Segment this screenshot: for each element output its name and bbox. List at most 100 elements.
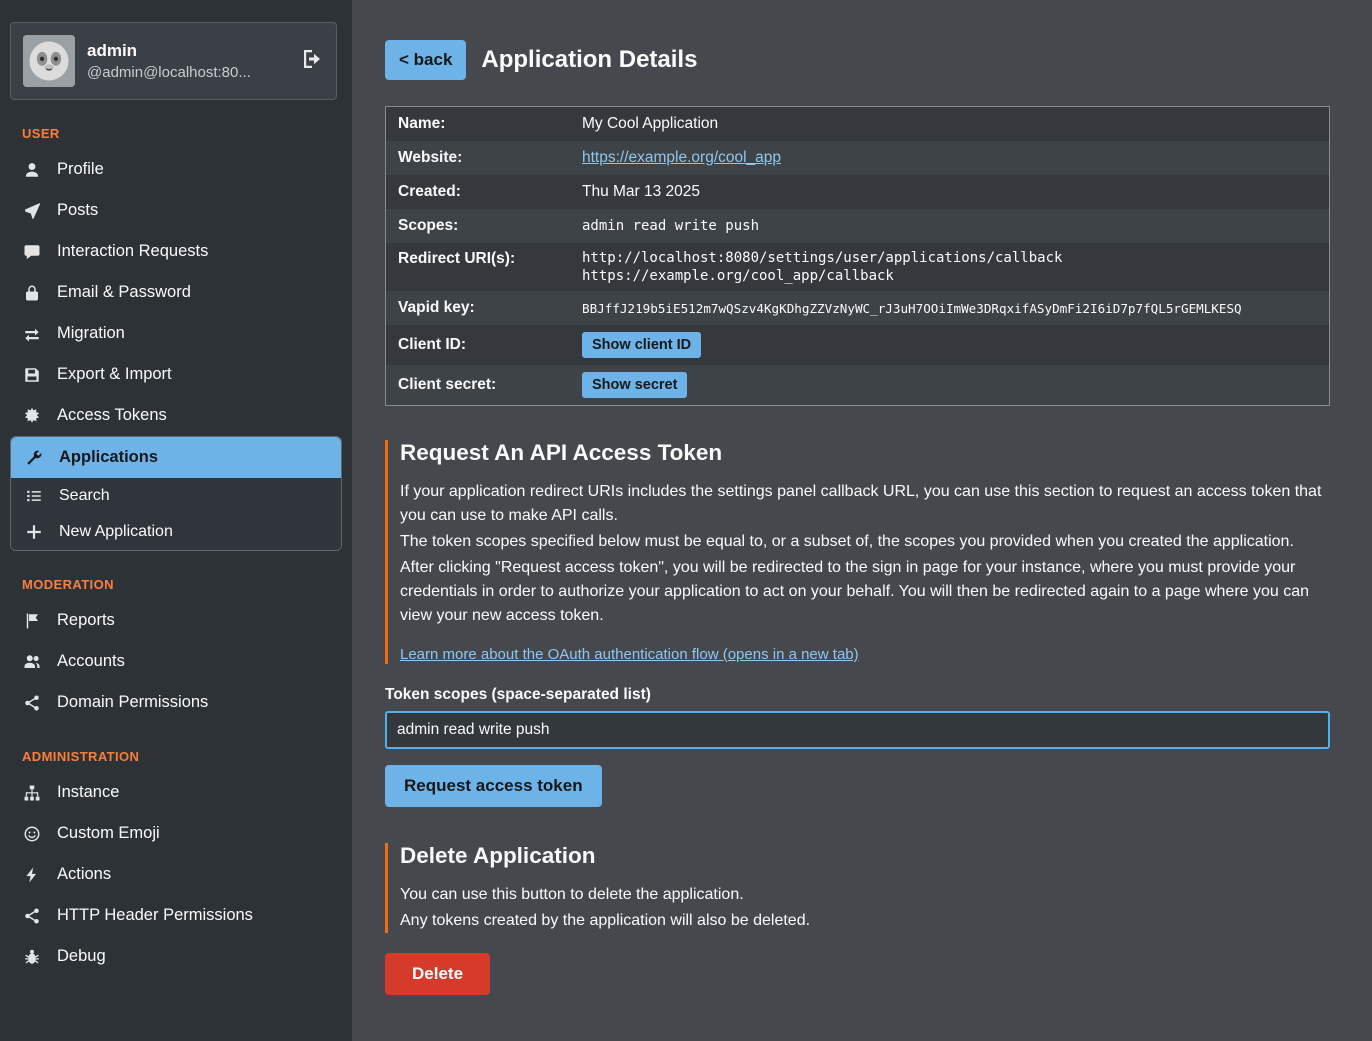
detail-row-scopes: Scopes:admin read write push: [386, 209, 1329, 243]
sidebar-item-http-header-permissions[interactable]: HTTP Header Permissions: [0, 895, 352, 936]
sidebar-item-search[interactable]: Search: [11, 478, 341, 514]
sidebar-item-label: Migration: [57, 324, 125, 343]
detail-label: Name:: [386, 108, 574, 140]
sidebar-item-label: Search: [59, 487, 110, 505]
token-paragraphs: If your application redirect URIs includ…: [400, 480, 1330, 628]
user-card[interactable]: admin @admin@localhost:80...: [10, 22, 337, 100]
back-button[interactable]: < back: [385, 40, 466, 80]
paragraph: The token scopes specified below must be…: [400, 530, 1330, 554]
request-access-token-button[interactable]: Request access token: [385, 765, 602, 807]
sidebar-item-posts[interactable]: Posts: [0, 190, 352, 231]
sidebar-item-migration[interactable]: Migration: [0, 313, 352, 354]
bolt-icon: [22, 866, 42, 884]
sidebar-item-applications[interactable]: Applications: [11, 437, 341, 478]
sidebar-item-label: Actions: [57, 865, 111, 884]
detail-value: BBJffJ219b5iE512m7wQSzv4KgKDhgZZVzNyWC_r…: [574, 295, 1329, 322]
token-scopes-input[interactable]: [385, 711, 1330, 749]
sidebar-item-label: Domain Permissions: [57, 693, 208, 712]
avatar: [23, 35, 75, 87]
paper-plane-icon: [22, 202, 42, 220]
sidebar-item-label: Reports: [57, 611, 115, 630]
list-icon: [24, 487, 44, 505]
sidebar-item-domain-permissions[interactable]: Domain Permissions: [0, 682, 352, 723]
flag-icon: [22, 612, 42, 630]
paragraph: Any tokens created by the application wi…: [400, 909, 1330, 933]
detail-label: Website:: [386, 142, 574, 174]
sidebar-item-label: Access Tokens: [57, 406, 167, 425]
comments-icon: [22, 243, 42, 261]
detail-value: http://localhost:8080/settings/user/appl…: [574, 243, 1329, 291]
sidebar-nav: USERProfilePostsInteraction RequestsEmai…: [0, 126, 352, 977]
sidebar-section-label: ADMINISTRATION: [22, 749, 352, 764]
paragraph: After clicking "Request access token", y…: [400, 556, 1330, 628]
oauth-docs-link[interactable]: Learn more about the OAuth authenticatio…: [400, 646, 859, 663]
sidebar-item-debug[interactable]: Debug: [0, 936, 352, 977]
sidebar-item-profile[interactable]: Profile: [0, 149, 352, 190]
detail-row-name: Name:My Cool Application: [386, 107, 1329, 141]
lock-icon: [22, 284, 42, 302]
detail-label: Created:: [386, 176, 574, 208]
detail-row-vapid-key: Vapid key:BBJffJ219b5iE512m7wQSzv4KgKDhg…: [386, 291, 1329, 325]
bug-icon: [22, 948, 42, 966]
show-secret-button[interactable]: Show secret: [582, 372, 687, 398]
sidebar-item-label: Profile: [57, 160, 104, 179]
delete-paragraphs: You can use this button to delete the ap…: [400, 883, 1330, 933]
sidebar-item-label: Interaction Requests: [57, 242, 208, 261]
detail-row-created: Created:Thu Mar 13 2025: [386, 175, 1329, 209]
detail-value: https://example.org/cool_app: [574, 143, 1329, 173]
sidebar-item-label: Posts: [57, 201, 98, 220]
sidebar-item-label: Custom Emoji: [57, 824, 160, 843]
token-section-title: Request An API Access Token: [400, 440, 1330, 466]
sidebar-item-label: New Application: [59, 523, 173, 541]
sidebar-submenu: Search New Application: [11, 478, 341, 550]
detail-value: Show client ID: [574, 325, 1329, 365]
smile-icon: [22, 825, 42, 843]
sidebar-item-custom-emoji[interactable]: Custom Emoji: [0, 813, 352, 854]
detail-value: admin read write push: [574, 212, 1329, 240]
exchange-icon: [22, 325, 42, 343]
delete-button[interactable]: Delete: [385, 953, 490, 995]
user-name: admin: [87, 41, 251, 61]
website-link[interactable]: https://example.org/cool_app: [582, 149, 781, 166]
detail-label: Client ID:: [386, 329, 574, 361]
token-scopes-label: Token scopes (space-separated list): [385, 686, 1330, 704]
detail-label: Vapid key:: [386, 292, 574, 324]
detail-label: Redirect URI(s):: [386, 243, 574, 275]
sidebar-item-instance[interactable]: Instance: [0, 772, 352, 813]
paragraph: If your application redirect URIs includ…: [400, 480, 1330, 528]
sidebar-item-new-application[interactable]: New Application: [11, 514, 341, 550]
detail-value: Show secret: [574, 365, 1329, 405]
sidebar-item-access-tokens[interactable]: Access Tokens: [0, 395, 352, 436]
sidebar-item-label: Export & Import: [57, 365, 172, 384]
sidebar-item-email-password[interactable]: Email & Password: [0, 272, 352, 313]
token-section: Request An API Access Token If your appl…: [385, 440, 1330, 807]
sidebar-item-actions[interactable]: Actions: [0, 854, 352, 895]
detail-value: Thu Mar 13 2025: [574, 177, 1329, 207]
users-icon: [22, 653, 42, 671]
sidebar-item-label: Accounts: [57, 652, 125, 671]
detail-value: My Cool Application: [574, 109, 1329, 139]
main-content: < back Application Details Name:My Cool …: [352, 0, 1372, 1041]
delete-section-block: Delete Application You can use this butt…: [385, 843, 1330, 933]
sidebar-item-interaction-requests[interactable]: Interaction Requests: [0, 231, 352, 272]
sign-out-icon[interactable]: [300, 47, 324, 76]
user-handle: @admin@localhost:80...: [87, 64, 251, 81]
user-meta: admin @admin@localhost:80...: [87, 41, 251, 81]
delete-section: Delete Application You can use this butt…: [385, 843, 1330, 995]
sidebar-item-label: HTTP Header Permissions: [57, 906, 253, 925]
sidebar-item-reports[interactable]: Reports: [0, 600, 352, 641]
sidebar-item-accounts[interactable]: Accounts: [0, 641, 352, 682]
floppy-icon: [22, 366, 42, 384]
show-client-id-button[interactable]: Show client ID: [582, 332, 701, 358]
page-title: Application Details: [481, 46, 697, 74]
sidebar-item-label: Instance: [57, 783, 119, 802]
sidebar-item-export-import[interactable]: Export & Import: [0, 354, 352, 395]
user-icon: [22, 161, 42, 179]
wrench-icon: [24, 449, 44, 467]
detail-value-line: http://localhost:8080/settings/user/appl…: [582, 249, 1321, 267]
plus-icon: [24, 523, 44, 541]
sidebar-item-label: Applications: [59, 448, 158, 467]
detail-row-website: Website: https://example.org/cool_app: [386, 141, 1329, 175]
detail-row-client-secret: Client secret:Show secret: [386, 365, 1329, 405]
sidebar: admin @admin@localhost:80... USERProfile…: [0, 0, 352, 1041]
